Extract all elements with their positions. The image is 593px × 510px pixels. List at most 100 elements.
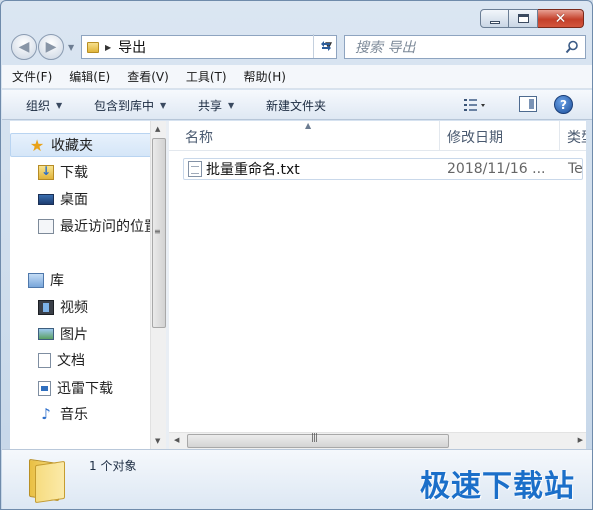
menu-bar: 文件(F) 编辑(E) 查看(V) 工具(T) 帮助(H) — [2, 65, 592, 89]
item-count: 1 个对象 — [89, 459, 137, 473]
refresh-icon — [320, 41, 331, 51]
library-icon — [28, 272, 44, 288]
column-header-name[interactable]: 名称 — [185, 127, 213, 147]
arrow-left-icon: ◀ — [18, 39, 30, 55]
address-path[interactable]: 导出 — [118, 37, 146, 57]
column-header-row: ▲ 名称 修改日期 类型 — [169, 121, 586, 151]
sidebar-item-recent-places[interactable]: 最近访问的位置 — [38, 216, 156, 236]
maximize-button[interactable] — [509, 9, 538, 28]
grip-icon: ||| — [311, 433, 318, 443]
sidebar-item-pictures[interactable]: 图片 — [38, 324, 156, 344]
menu-help[interactable]: 帮助(H) — [244, 68, 286, 85]
sidebar-item-label: 文档 — [57, 353, 85, 369]
organize-label: 组织 — [26, 99, 51, 113]
desktop-icon — [38, 193, 54, 205]
text-file-icon — [188, 161, 202, 177]
share-button[interactable]: 共享 ▼ — [198, 97, 234, 114]
sidebar-item-music[interactable]: ♪ 音乐 — [38, 404, 156, 424]
menu-file[interactable]: 文件(F) — [12, 68, 52, 85]
scrollbar-thumb[interactable] — [187, 434, 449, 448]
organize-button[interactable]: 组织 ▼ — [26, 97, 62, 114]
back-button[interactable]: ◀ — [11, 34, 37, 60]
sort-ascending-icon: ▲ — [305, 121, 312, 130]
menu-edit[interactable]: 编辑(E) — [69, 68, 110, 85]
sidebar-item-label: 最近访问的位置 — [60, 219, 156, 235]
scroll-down-icon[interactable]: ▼ — [155, 437, 160, 445]
refresh-button[interactable] — [313, 34, 337, 58]
chevron-down-icon: ▼ — [160, 101, 167, 110]
sidebar-item-xunlei-downloads[interactable]: 迅雷下载 — [38, 378, 156, 398]
video-icon — [38, 299, 54, 315]
column-divider[interactable] — [439, 121, 440, 151]
sidebar-item-label: 收藏夹 — [51, 138, 93, 154]
navigation-pane-scrollbar[interactable]: ▲ ≡ ▼ — [150, 121, 166, 449]
sidebar-item-label: 下载 — [60, 165, 88, 181]
sidebar-item-label: 库 — [50, 273, 64, 289]
address-bar[interactable]: ▶ 导出 ▼ — [81, 35, 337, 59]
column-header-type[interactable]: 类型 — [567, 127, 586, 147]
music-note-icon: ♪ — [41, 404, 51, 423]
sidebar-item-desktop[interactable]: 桌面 — [38, 189, 156, 209]
scroll-right-icon[interactable]: ▶ — [578, 436, 583, 444]
navigation-pane: ★ 收藏夹 下载 桌面 最近访问的位置 库 视频 图片 文档 — [10, 121, 166, 449]
folder-icon — [29, 457, 67, 504]
preview-pane-icon[interactable] — [519, 96, 537, 112]
sidebar-item-libraries[interactable]: 库 — [10, 270, 64, 290]
chevron-right-icon[interactable]: ▶ — [105, 43, 111, 52]
include-in-library-button[interactable]: 包含到库中 ▼ — [94, 97, 166, 114]
folder-icon — [87, 41, 99, 53]
share-label: 共享 — [198, 99, 223, 113]
chevron-down-icon: ▼ — [56, 101, 63, 110]
horizontal-scrollbar[interactable]: ◀ ||| ▶ — [169, 432, 586, 449]
arrow-right-icon: ▶ — [45, 39, 57, 55]
sidebar-item-favorites[interactable]: ★ 收藏夹 — [10, 133, 155, 157]
include-in-library-label: 包含到库中 — [94, 99, 155, 113]
sidebar-item-label: 桌面 — [60, 192, 88, 208]
menu-view[interactable]: 查看(V) — [127, 68, 169, 85]
menu-tools[interactable]: 工具(T) — [186, 68, 227, 85]
star-icon: ★ — [29, 135, 45, 155]
chevron-down-icon: ▼ — [228, 101, 235, 110]
explorer-window: ✕ ◀ ▶ ▼ ▶ 导出 ▼ 搜索 导出 文件(F) 编辑(E) 查看(V) 工… — [0, 0, 593, 510]
close-button[interactable]: ✕ — [538, 9, 584, 28]
new-folder-label: 新建文件夹 — [266, 99, 327, 113]
window-controls: ✕ — [480, 9, 584, 28]
sidebar-item-downloads[interactable]: 下载 — [38, 162, 156, 182]
sidebar-item-videos[interactable]: 视频 — [38, 297, 156, 317]
download-library-icon — [38, 380, 51, 396]
forward-button[interactable]: ▶ — [38, 34, 64, 60]
recent-places-icon — [38, 218, 54, 234]
file-type: Te — [568, 161, 583, 177]
command-bar: 组织 ▼ 包含到库中 ▼ 共享 ▼ 新建文件夹 ? — [2, 90, 592, 120]
view-options-icon[interactable] — [463, 97, 487, 113]
recent-pages-button[interactable]: ▼ — [68, 43, 74, 52]
search-input[interactable]: 搜索 导出 — [355, 37, 415, 57]
help-icon[interactable]: ? — [554, 95, 573, 114]
column-header-date[interactable]: 修改日期 — [447, 127, 503, 147]
sidebar-item-label: 图片 — [60, 327, 88, 343]
column-divider[interactable] — [559, 121, 560, 151]
watermark: 极速下载站 — [420, 469, 575, 504]
file-list: ▲ 名称 修改日期 类型 批量重命名.txt 2018/11/16 ... Te… — [169, 121, 586, 449]
sidebar-item-documents[interactable]: 文档 — [38, 350, 156, 370]
sidebar-item-label: 迅雷下载 — [57, 381, 113, 397]
document-icon — [38, 352, 51, 368]
new-folder-button[interactable]: 新建文件夹 — [266, 97, 326, 114]
minimize-button[interactable] — [480, 9, 509, 28]
search-icon[interactable] — [565, 40, 579, 54]
scroll-up-icon[interactable]: ▲ — [155, 125, 160, 133]
scroll-left-icon[interactable]: ◀ — [174, 436, 179, 444]
search-box[interactable]: 搜索 导出 — [344, 35, 586, 59]
downloads-folder-icon — [38, 164, 54, 180]
file-name[interactable]: 批量重命名.txt — [206, 159, 300, 179]
close-icon: ✕ — [554, 10, 567, 27]
grip-icon: ≡ — [154, 227, 161, 236]
details-pane: 1 个对象 极速下载站 — [2, 449, 592, 509]
sidebar-item-label: 音乐 — [60, 407, 88, 423]
navigation-bar: ◀ ▶ ▼ ▶ 导出 ▼ 搜索 导出 — [9, 34, 586, 60]
picture-icon — [38, 328, 54, 340]
sidebar-item-label: 视频 — [60, 300, 88, 316]
table-row[interactable]: 批量重命名.txt 2018/11/16 ... Te — [183, 158, 583, 180]
minimize-icon — [489, 20, 500, 24]
file-modified-date: 2018/11/16 ... — [447, 161, 546, 177]
